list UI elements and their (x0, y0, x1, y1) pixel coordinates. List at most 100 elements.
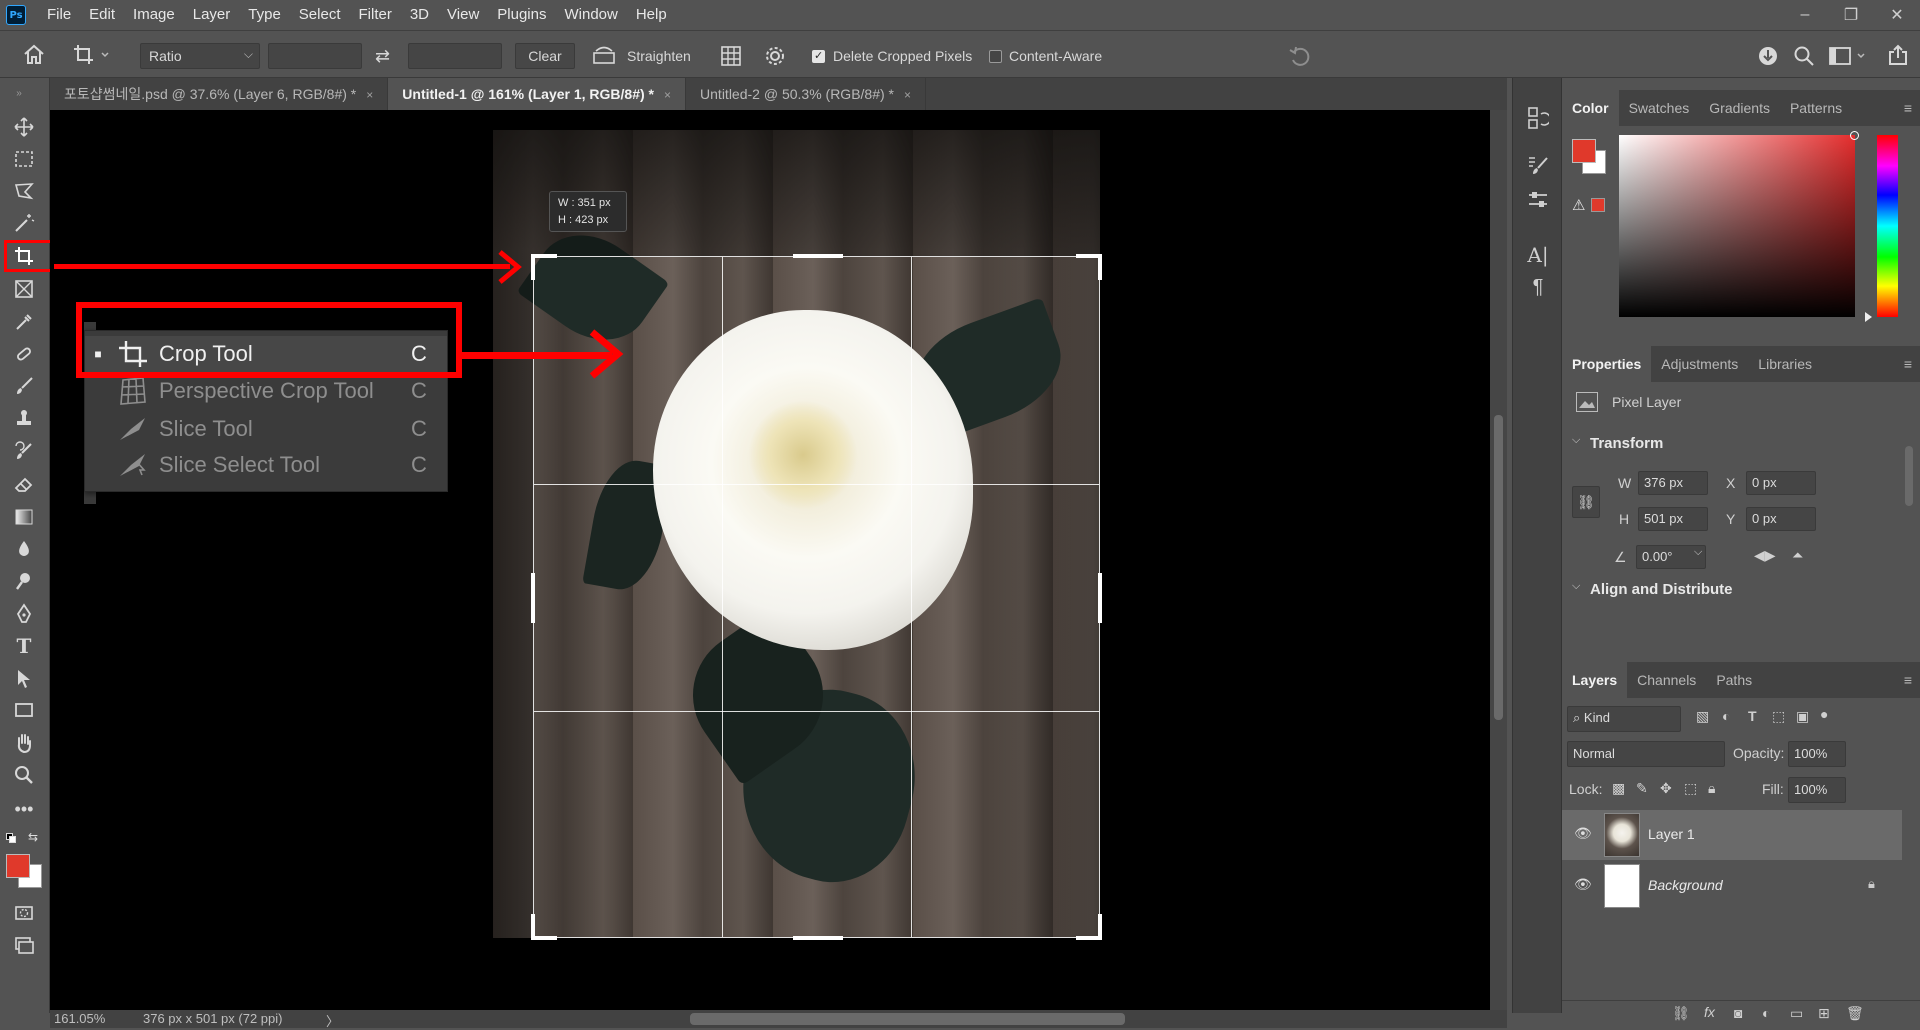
hand-tool-icon[interactable] (11, 730, 37, 756)
properties-scrollbar[interactable] (1902, 430, 1916, 585)
foreground-color-swatch[interactable] (6, 854, 30, 878)
chevron-down-icon[interactable]: ⌵ (1694, 546, 1702, 559)
close-tab-icon[interactable]: × (366, 88, 373, 102)
delete-cropped-checkbox[interactable] (812, 49, 825, 63)
restore-button[interactable]: ❐ (1828, 0, 1874, 30)
filter-toggle-icon[interactable]: ● (1820, 706, 1828, 722)
layer-name[interactable]: Layer 1 (1648, 826, 1695, 842)
crop-handle-bottom-right[interactable] (1098, 914, 1102, 940)
tab-untitled-1[interactable]: Untitled-1 @ 161% (Layer 1, RGB/8#) * × (388, 78, 687, 110)
stamp-tool-icon[interactable] (11, 405, 37, 431)
filter-type-icon[interactable]: T (1748, 708, 1757, 724)
visibility-eye-icon[interactable]: 👁︎ (1574, 876, 1592, 893)
panel-menu-icon[interactable]: ≡ (1904, 346, 1912, 382)
y-field[interactable]: 0 px (1746, 507, 1816, 531)
layer-kind-filter[interactable]: ⌕ Kind (1567, 706, 1681, 732)
scrollbar-thumb[interactable] (1905, 446, 1913, 506)
hue-slider-marker[interactable] (1865, 312, 1872, 322)
tab-swatches[interactable]: Swatches (1619, 90, 1700, 126)
gamut-color-chip[interactable] (1591, 198, 1605, 212)
filter-smart-object-icon[interactable]: ▣ (1796, 708, 1809, 725)
crop-handle-top-right[interactable] (1098, 254, 1102, 280)
menu-type[interactable]: Type (239, 0, 290, 30)
tab-color[interactable]: Color (1562, 90, 1619, 126)
delete-layer-icon[interactable]: 🗑︎ (1846, 1005, 1864, 1022)
crop-handle-right[interactable] (1098, 573, 1102, 623)
tab-adjustments[interactable]: Adjustments (1651, 346, 1748, 382)
content-aware-checkbox[interactable] (989, 50, 1002, 63)
opacity-field[interactable]: 100% (1788, 741, 1846, 767)
chevron-down-icon[interactable]: ⌵ (1572, 580, 1580, 593)
flip-horizontal-icon[interactable]: ◀▶ (1754, 547, 1776, 564)
horizontal-scrollbar-thumb[interactable] (690, 1013, 1125, 1025)
lock-transparent-icon[interactable]: ▩ (1612, 780, 1625, 797)
tab-libraries[interactable]: Libraries (1748, 346, 1822, 382)
color-picker-cursor[interactable] (1850, 131, 1859, 140)
new-group-icon[interactable]: ▭ (1790, 1005, 1803, 1022)
lock-position-icon[interactable]: ✥ (1660, 780, 1672, 797)
menu-help[interactable]: Help (627, 0, 676, 30)
panel-menu-icon[interactable]: ≡ (1904, 662, 1912, 698)
path-selection-icon[interactable] (11, 665, 37, 691)
lock-image-icon[interactable]: ✎ (1636, 780, 1648, 797)
layer-style-icon[interactable]: fx (1704, 1004, 1715, 1020)
gamut-warning-icon[interactable]: ⚠ (1572, 196, 1585, 214)
brush-tool-icon[interactable] (11, 373, 37, 399)
marquee-tool-icon[interactable] (11, 146, 37, 172)
workspace-icon[interactable] (1828, 44, 1868, 71)
close-window-button[interactable]: ✕ (1874, 0, 1920, 30)
paragraph-panel-icon[interactable]: ¶ (1525, 274, 1551, 300)
straighten-icon[interactable] (592, 45, 616, 70)
menu-image[interactable]: Image (124, 0, 184, 30)
frame-tool-icon[interactable] (11, 276, 37, 302)
transform-title[interactable]: Transform (1590, 435, 1663, 452)
crop-tool-preset-icon[interactable] (72, 43, 112, 70)
blur-tool-icon[interactable] (11, 536, 37, 562)
brush-settings-icon[interactable] (1525, 154, 1551, 180)
layer-row-background[interactable]: 👁︎ Background 🔒︎ (1562, 861, 1902, 911)
crop-handle-top-left[interactable] (531, 254, 535, 280)
width-field[interactable]: 376 px (1638, 471, 1708, 495)
healing-brush-icon[interactable] (11, 341, 37, 367)
tab-gradients[interactable]: Gradients (1699, 90, 1780, 126)
tab-thumbnail-psd[interactable]: 포토샵썸네일.psd @ 37.6% (Layer 6, RGB/8#) * × (50, 78, 389, 110)
menu-select[interactable]: Select (290, 0, 350, 30)
default-colors-icon[interactable] (6, 833, 16, 843)
status-arrow-icon[interactable]: 〉 (326, 1011, 339, 1030)
layer-name[interactable]: Background (1648, 877, 1723, 893)
adjustments-icon[interactable] (1525, 188, 1551, 214)
align-distribute-title[interactable]: Align and Distribute (1590, 581, 1733, 598)
flip-vertical-icon[interactable]: ⏶ (1792, 547, 1803, 564)
quick-mask-icon[interactable] (11, 900, 37, 926)
ratio-height-input[interactable] (408, 43, 502, 69)
tab-paths[interactable]: Paths (1706, 662, 1762, 698)
hue-slider[interactable] (1877, 135, 1898, 317)
tab-layers[interactable]: Layers (1562, 662, 1628, 698)
zoom-tool-icon[interactable] (11, 762, 37, 788)
overlay-grid-icon[interactable] (720, 45, 742, 70)
search-icon[interactable] (1792, 44, 1816, 71)
swap-icon[interactable]: ⇄ (375, 43, 390, 69)
gear-icon[interactable] (764, 45, 786, 70)
pen-tool-icon[interactable] (11, 601, 37, 627)
crop-handle-left[interactable] (531, 573, 535, 623)
lock-artboard-icon[interactable]: ⬚ (1684, 780, 1697, 797)
account-search-icon[interactable] (1756, 44, 1782, 71)
rectangle-tool-icon[interactable] (11, 697, 37, 723)
share-icon[interactable] (1886, 43, 1910, 70)
menu-file[interactable]: File (38, 0, 80, 30)
link-layers-icon[interactable]: ⛓ (1672, 1005, 1690, 1022)
history-panel-icon[interactable] (1525, 106, 1552, 132)
tab-properties[interactable]: Properties (1562, 346, 1652, 382)
straighten-label[interactable]: Straighten (627, 43, 691, 69)
lasso-tool-icon[interactable] (11, 178, 37, 204)
height-field[interactable]: 501 px (1638, 507, 1708, 531)
color-picker-field[interactable] (1619, 135, 1855, 317)
move-tool-icon[interactable] (11, 114, 37, 140)
x-field[interactable]: 0 px (1746, 471, 1816, 495)
character-panel-icon[interactable]: A| (1525, 242, 1551, 268)
eraser-tool-icon[interactable] (11, 471, 37, 497)
tab-patterns[interactable]: Patterns (1780, 90, 1852, 126)
close-tab-icon[interactable]: × (664, 88, 671, 102)
eyedropper-icon[interactable] (11, 309, 37, 335)
